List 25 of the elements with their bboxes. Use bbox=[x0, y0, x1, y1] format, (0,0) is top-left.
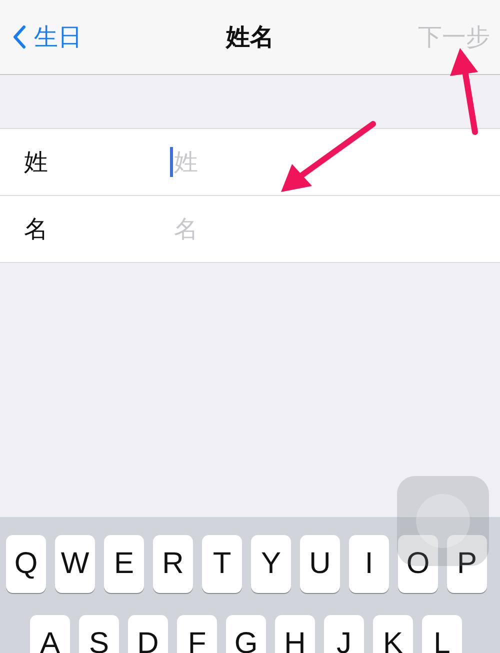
key[interactable]: J bbox=[324, 615, 364, 653]
key[interactable]: E bbox=[104, 535, 144, 593]
input-field[interactable]: 名 bbox=[170, 214, 374, 244]
field-label: 姓 bbox=[24, 147, 49, 178]
key[interactable]: S bbox=[79, 615, 119, 653]
key[interactable]: O bbox=[398, 535, 438, 593]
key[interactable]: T bbox=[202, 535, 242, 593]
key[interactable]: R bbox=[153, 535, 193, 593]
back-button[interactable]: 生日 bbox=[12, 21, 82, 53]
key[interactable]: Q bbox=[6, 535, 46, 593]
key[interactable]: L bbox=[422, 615, 462, 653]
key[interactable]: Y bbox=[251, 535, 291, 593]
key[interactable]: K bbox=[373, 615, 413, 653]
key[interactable]: W bbox=[55, 535, 95, 593]
key[interactable]: A bbox=[30, 615, 70, 653]
key[interactable]: G bbox=[226, 615, 266, 653]
key[interactable]: I bbox=[349, 535, 389, 593]
screen-title: 姓名 bbox=[226, 22, 274, 53]
field-label: 名 bbox=[24, 214, 49, 245]
key[interactable]: F bbox=[177, 615, 217, 653]
key[interactable]: U bbox=[300, 535, 340, 593]
key[interactable]: D bbox=[128, 615, 168, 653]
chevron-left-icon bbox=[12, 25, 26, 49]
key[interactable]: P bbox=[447, 535, 487, 593]
key[interactable]: H bbox=[275, 615, 315, 653]
